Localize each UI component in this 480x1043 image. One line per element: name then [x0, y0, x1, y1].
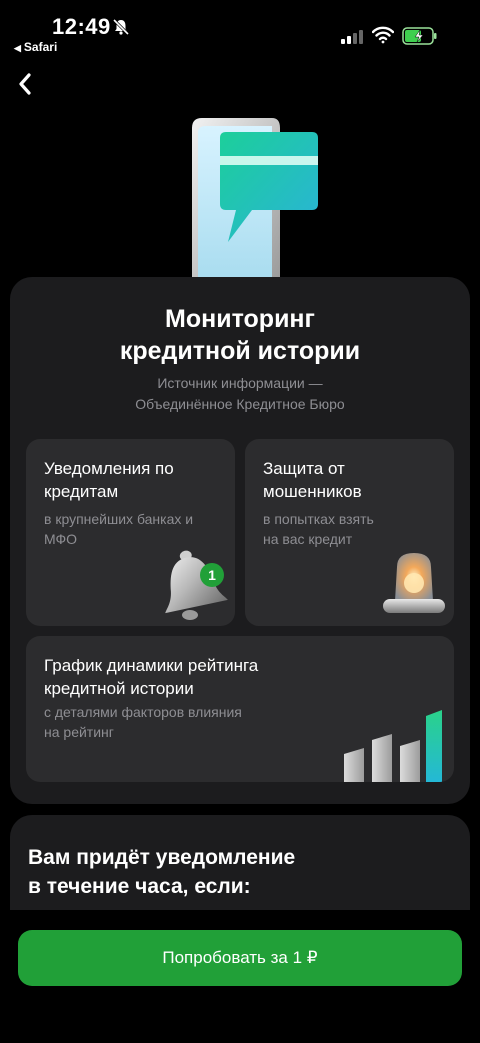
card-title: График динамики рейтинга кредитной истор… [44, 656, 259, 698]
hero-credit-card-illustration [180, 110, 330, 282]
cellular-signal-icon [341, 29, 363, 50]
back-app-label: Safari [23, 40, 58, 54]
card-description: в попытках взять на вас кредит [263, 511, 374, 547]
battery-charging-icon [402, 27, 438, 50]
notification-count-badge: 1 [200, 563, 224, 587]
panel-subtitle: Источник информации — Объединённое Креди… [135, 375, 345, 412]
chevron-left-icon [17, 72, 33, 101]
feature-card-rating-dynamics: График динамики рейтинга кредитной истор… [26, 636, 454, 782]
back-triangle-icon: ◀ [14, 43, 21, 53]
card-title: Защита от мошенников [263, 459, 362, 501]
notification-conditions-title: Вам придёт уведомление в течение часа, е… [28, 846, 296, 898]
status-time: 12:49 [52, 14, 111, 39]
back-to-safari-link[interactable]: ◀ Safari [14, 40, 57, 54]
try-for-1-ruble-button[interactable]: Попробовать за 1 ₽ [18, 930, 462, 986]
back-button[interactable] [10, 70, 40, 102]
status-bar: 12:49 ◀ Safari [0, 0, 480, 60]
wifi-icon [371, 26, 395, 49]
monitoring-panel: Мониторинг кредитной истории Источник ин… [10, 277, 470, 804]
feature-card-fraud-protection: Защита от мошенников в попытках взять на… [245, 439, 454, 626]
feature-card-credit-notifications: Уведомления по кредитам в крупнейших бан… [26, 439, 235, 626]
card-description: с деталями факторов влияния на рейтинг [44, 704, 242, 740]
panel-title: Мониторинг кредитной истории [119, 305, 361, 365]
bar-chart-icon [330, 708, 442, 782]
card-title: Уведомления по кредитам [44, 459, 174, 501]
bell-off-icon [112, 18, 130, 41]
card-description: в крупнейших банках и МФО [44, 511, 194, 547]
siren-icon [377, 545, 451, 626]
